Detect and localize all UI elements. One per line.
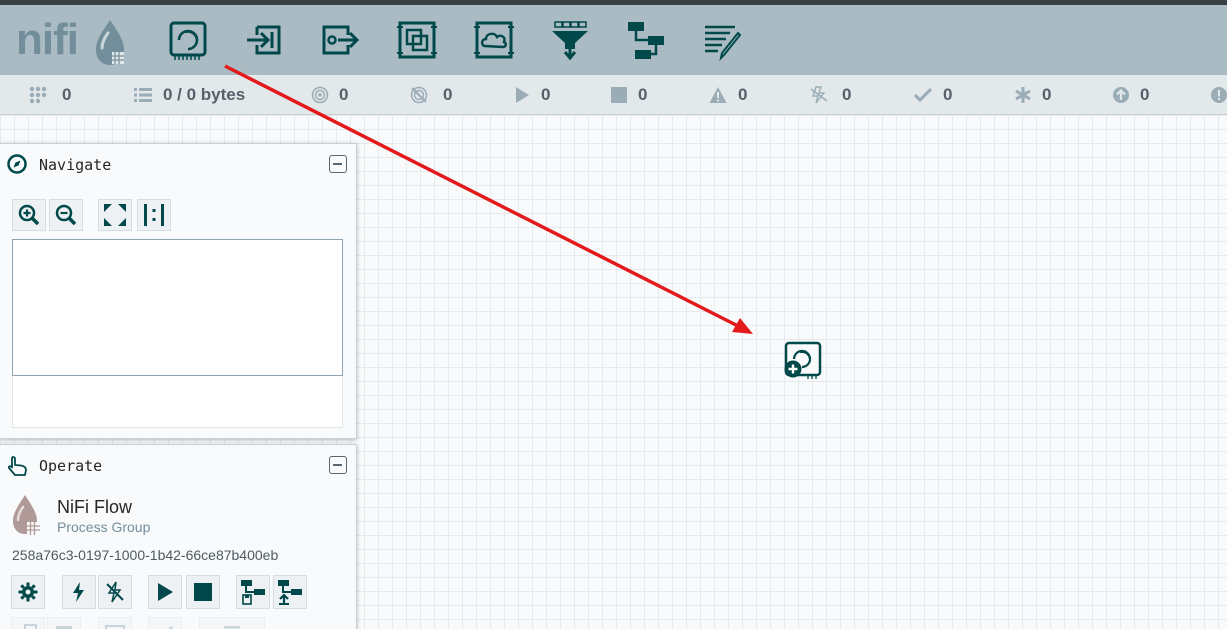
dragged-processor-icon[interactable] (782, 341, 824, 381)
drag-arrow-annotation (224, 64, 753, 334)
